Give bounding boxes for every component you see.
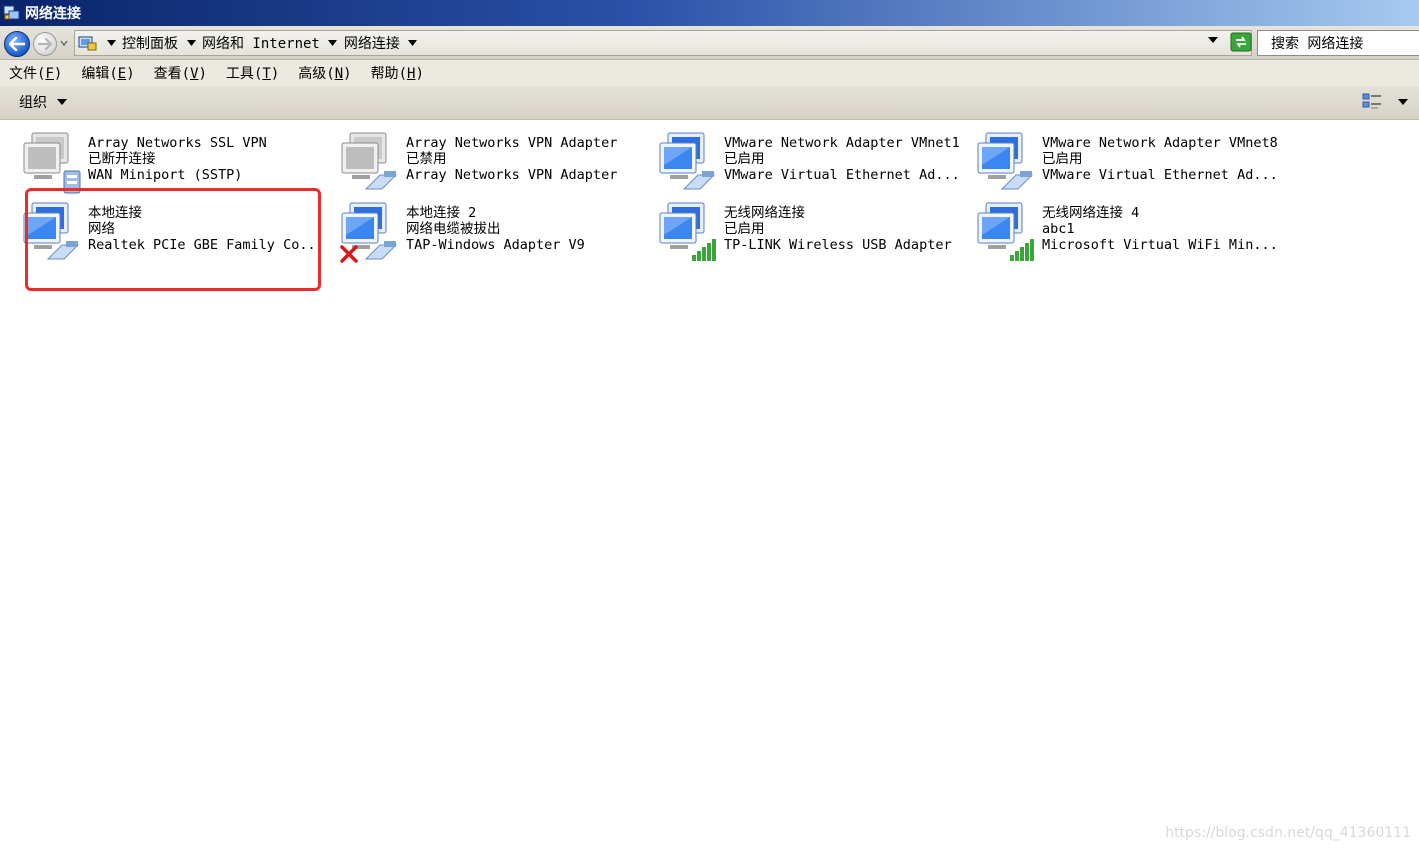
connections-list: Array Networks SSL VPN 已断开连接 WAN Minipor… (0, 121, 1419, 851)
network-connections-icon (3, 4, 21, 22)
connection-device: TAP-Windows Adapter V9 (406, 237, 585, 253)
connection-text: VMware Network Adapter VMnet8 已启用 VMware… (1042, 135, 1278, 183)
menu-tools[interactable]: 工具(T) (226, 63, 279, 83)
wireless-network-icon (659, 202, 716, 261)
menu-file[interactable]: 文件(F) (9, 63, 62, 83)
menu-edit[interactable]: 编辑(E) (81, 63, 134, 83)
connection-name: 本地连接 2 (406, 205, 477, 221)
organize-button[interactable]: 组织 (19, 92, 67, 112)
vpn-disconnected-icon (23, 132, 81, 194)
title-bar: 网络连接 (0, 0, 1419, 26)
breadcrumb-network-internet[interactable]: 网络和 Internet (202, 33, 320, 53)
connection-device: TP-LINK Wireless USB Adapter (724, 237, 952, 253)
breadcrumb-separator-icon[interactable] (106, 38, 116, 48)
connection-name: VMware Network Adapter VMnet8 (1042, 135, 1278, 151)
chevron-down-icon (57, 99, 67, 105)
connection-item[interactable]: 无线网络连接 4 abc1 Microsoft Virtual WiFi Min… (976, 201, 1294, 267)
connection-item[interactable]: VMware Network Adapter VMnet8 已启用 VMware… (976, 131, 1294, 197)
connection-text: 无线网络连接 4 abc1 Microsoft Virtual WiFi Min… (1042, 205, 1278, 253)
connection-text: Array Networks VPN Adapter 已禁用 Array Net… (406, 135, 617, 183)
refresh-icon[interactable] (1230, 32, 1252, 52)
breadcrumb-control-panel[interactable]: 控制面板 (122, 33, 178, 53)
connection-device: VMware Virtual Ethernet Ad... (1042, 167, 1278, 183)
history-dropdown-icon[interactable] (60, 39, 68, 47)
breadcrumb-separator-icon[interactable] (186, 38, 196, 48)
connection-status: abc1 (1042, 221, 1075, 237)
control-panel-icon (78, 36, 97, 51)
enabled-network-icon (977, 132, 1034, 190)
connection-name: 无线网络连接 4 (1042, 205, 1140, 221)
search-placeholder: 搜索 网络连接 (1271, 36, 1364, 52)
views-dropdown-icon[interactable] (1398, 98, 1408, 106)
highlight-box (25, 188, 321, 291)
back-button[interactable] (4, 31, 30, 57)
back-arrow-icon (9, 37, 25, 51)
wireless-network-icon (977, 202, 1034, 261)
breadcrumb-separator-icon[interactable] (328, 38, 338, 48)
enabled-network-icon (659, 132, 716, 190)
connection-item[interactable]: 本地连接 2 网络电缆被拔出 TAP-Windows Adapter V9 (340, 201, 658, 267)
connection-status: 已启用 (1042, 151, 1083, 167)
connection-status: 已启用 (724, 221, 765, 237)
menu-help[interactable]: 帮助(H) (371, 63, 424, 83)
connection-text: Array Networks SSL VPN 已断开连接 WAN Minipor… (88, 135, 267, 183)
connection-name: Array Networks SSL VPN (88, 135, 267, 151)
address-box[interactable]: 控制面板 网络和 Internet 网络连接 (74, 30, 1252, 56)
connection-name: 无线网络连接 (724, 205, 805, 221)
command-bar: 组织 (0, 86, 1419, 120)
connection-device: WAN Miniport (SSTP) (88, 167, 243, 183)
menu-view[interactable]: 查看(V) (154, 63, 207, 83)
search-input[interactable]: 搜索 网络连接 (1257, 30, 1419, 56)
connection-text: 无线网络连接 已启用 TP-LINK Wireless USB Adapter (724, 205, 952, 253)
connection-status: 已启用 (724, 151, 765, 167)
views-icon[interactable] (1362, 93, 1382, 111)
breadcrumb-network-connections[interactable]: 网络连接 (344, 33, 400, 53)
connection-status: 已断开连接 (88, 151, 156, 167)
forward-button[interactable] (33, 32, 57, 56)
unplugged-network-icon (340, 202, 398, 263)
address-bar: 控制面板 网络和 Internet 网络连接 搜索 网络连接 (0, 26, 1419, 60)
watermark: https://blog.csdn.net/qq_41360111 (1165, 825, 1411, 841)
connection-text: 本地连接 2 网络电缆被拔出 TAP-Windows Adapter V9 (406, 205, 585, 253)
address-dropdown-icon[interactable] (1208, 36, 1218, 44)
disabled-network-icon (341, 132, 398, 190)
breadcrumb: 控制面板 网络和 Internet 网络连接 (98, 33, 424, 53)
connection-status: 已禁用 (406, 151, 447, 167)
connection-item[interactable]: VMware Network Adapter VMnet1 已启用 VMware… (658, 131, 976, 197)
connection-name: VMware Network Adapter VMnet1 (724, 135, 960, 151)
connection-item[interactable]: 无线网络连接 已启用 TP-LINK Wireless USB Adapter (658, 201, 976, 267)
connection-device: VMware Virtual Ethernet Ad... (724, 167, 960, 183)
connection-device: Array Networks VPN Adapter (406, 167, 618, 183)
menu-bar: 文件(F) 编辑(E) 查看(V) 工具(T) 高级(N) 帮助(H) (0, 60, 1419, 86)
organize-label: 组织 (19, 95, 47, 111)
menu-advanced[interactable]: 高级(N) (298, 63, 351, 83)
connection-device: Microsoft Virtual WiFi Min... (1042, 237, 1278, 253)
connection-item[interactable]: Array Networks VPN Adapter 已禁用 Array Net… (340, 131, 658, 197)
window-title: 网络连接 (25, 6, 81, 22)
connection-text: VMware Network Adapter VMnet1 已启用 VMware… (724, 135, 960, 183)
forward-arrow-icon (38, 38, 52, 50)
connection-status: 网络电缆被拔出 (406, 221, 501, 237)
connection-name: Array Networks VPN Adapter (406, 135, 618, 151)
breadcrumb-separator-icon[interactable] (408, 38, 418, 48)
